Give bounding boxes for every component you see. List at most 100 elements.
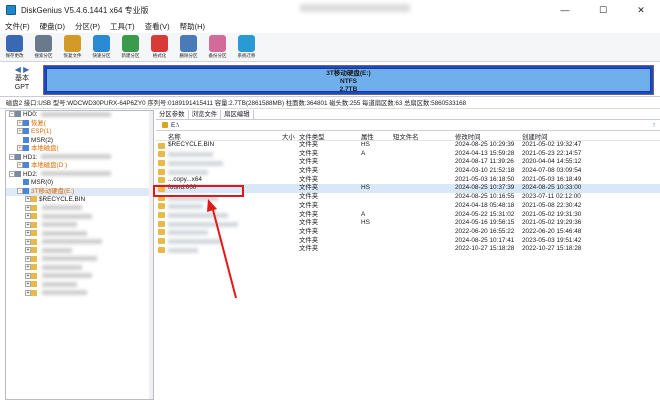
minimize-button[interactable]: —: [546, 0, 584, 20]
tree-item[interactable]: +: [6, 213, 153, 222]
toolbar-button[interactable]: 恢复文件: [58, 33, 87, 62]
toolbar-button[interactable]: 新建分区: [116, 33, 145, 62]
tree-item[interactable]: +: [6, 204, 153, 214]
column-header[interactable]: 修改时间: [455, 132, 481, 141]
tree-item[interactable]: +: [6, 221, 153, 231]
tab[interactable]: 分区参数: [156, 110, 189, 119]
tree-item-label: HD2:: [23, 170, 38, 178]
menu-item[interactable]: 分区(P): [70, 21, 105, 32]
partition-name: 3T移动硬盘(E:): [326, 70, 371, 77]
toolbar-button[interactable]: 删除分区: [174, 33, 203, 62]
tree-item[interactable]: MSR(2): [6, 137, 153, 146]
toolbar-button[interactable]: 搜索分区: [29, 33, 58, 62]
tree-item[interactable]: + 本地磁盘(: [6, 145, 153, 154]
column-header[interactable]: 名称: [168, 132, 181, 141]
file-row[interactable]: 文件夹 2024-04-18 05:48:18 2021-05-08 22:30:4…: [156, 202, 660, 211]
disk-type-label: 基本: [15, 75, 29, 82]
search-partition-icon: [35, 35, 52, 52]
toolbar: 保存更改 搜索分区 恢复文件 快速分区 新建分区 格式化 删除分区 备份分区 系统迁移: [0, 33, 660, 62]
toolbar-button[interactable]: 快速分区: [87, 33, 116, 62]
file-cell-created: 2020-04-04 14:55:12: [522, 158, 582, 166]
folder-icon: [31, 247, 37, 254]
tree-item[interactable]: − HD2:: [6, 171, 153, 180]
file-cell-type: 文件夹: [299, 158, 319, 166]
column-header[interactable]: 短文件名: [393, 132, 419, 141]
file-row[interactable]: 文件夹 2022-10-27 15:18:28 2022-10-27 15:18:2…: [156, 245, 660, 254]
file-row[interactable]: 文件夹 2024-03-10 21:52:18 2024-07-08 03:09:5…: [156, 167, 660, 176]
tree-item[interactable]: + $RECYCLE.BIN: [6, 196, 153, 205]
toolbar-button[interactable]: 格式化: [145, 33, 174, 62]
tree-item[interactable]: − HD0:: [6, 111, 153, 120]
system-migrate-icon: [238, 35, 255, 52]
toolbar-button-label: 快速分区: [92, 53, 111, 58]
tree-item[interactable]: + 本地磁盘(D:): [6, 162, 153, 171]
tab[interactable]: 浏览文件: [188, 110, 222, 119]
menu-item[interactable]: 帮助(H): [175, 21, 210, 32]
toolbar-button[interactable]: 备份分区: [203, 33, 232, 62]
column-header[interactable]: 文件类型: [299, 132, 325, 141]
blurred-text: [168, 152, 213, 158]
file-cell-type: 文件夹: [299, 141, 319, 148]
recover-files-icon: [64, 35, 81, 52]
column-header[interactable]: 大小: [282, 132, 295, 141]
blurred-text: [42, 222, 77, 228]
file-row[interactable]: 文件夹 A 2024-05-22 15:31:02 2021-05-02 19:31:…: [156, 211, 660, 220]
partition-map[interactable]: 3T移动硬盘(E:) NTFS 2.7TB: [43, 65, 654, 95]
file-row[interactable]: 文件夹 2024-08-17 11:39:26 2020-04-04 14:55:1…: [156, 158, 660, 167]
disk-tree-panel: − HD0: + 恢复(+ ESP(1) MSR(2) + 本地磁盘(− HD1: + 本地磁盘(D…: [5, 110, 154, 400]
drive-icon: [162, 122, 168, 128]
folder-icon: [31, 221, 37, 228]
file-row[interactable]: 文件夹 2024-08-25 10:17:41 2023-05-03 19:51:4…: [156, 237, 660, 246]
tree-item[interactable]: − HD1:: [6, 154, 153, 163]
prev-disk-icon[interactable]: ◀: [15, 65, 21, 74]
file-cell-type: 文件夹: [299, 201, 319, 209]
tree-item[interactable]: + ESP(1): [6, 128, 153, 137]
tree-item[interactable]: +: [6, 247, 153, 256]
close-button[interactable]: ✕: [622, 0, 660, 20]
menu-item[interactable]: 工具(T): [105, 21, 140, 32]
blurred-text: [168, 247, 198, 253]
toolbar-button[interactable]: 保存更改: [0, 33, 29, 62]
path-value[interactable]: E:\: [171, 122, 179, 129]
disk-nav: ◀ ▶ 基本 GPT: [4, 65, 40, 92]
blurred-text: [42, 213, 92, 219]
partition-fs: NTFS: [340, 78, 357, 85]
file-cell-type: 文件夹: [299, 210, 319, 218]
file-cell-type: 文件夹: [299, 167, 319, 175]
tree-item[interactable]: +: [6, 281, 153, 290]
file-cell-type: 文件夹: [299, 193, 319, 201]
maximize-button[interactable]: ☐: [584, 0, 622, 20]
file-row[interactable]: 文件夹 HS 2024-05-16 19:56:15 2021-05-02 19:29…: [156, 219, 660, 228]
column-header[interactable]: 属性: [361, 132, 374, 141]
partition-block[interactable]: 3T移动硬盘(E:) NTFS 2.7TB: [46, 68, 651, 93]
tree-item[interactable]: +: [6, 272, 153, 282]
file-cell-attr: HS: [361, 219, 370, 227]
column-header[interactable]: 创建时间: [522, 132, 548, 141]
folder-icon: [31, 230, 37, 237]
tree-item[interactable]: MSR(0): [6, 179, 153, 188]
toolbar-button[interactable]: 系统迁移: [232, 33, 261, 62]
tree-item[interactable]: −3T移动硬盘(E:): [6, 187, 153, 196]
menu-item[interactable]: 查看(V): [140, 21, 175, 32]
menu-item[interactable]: 硬盘(D): [35, 21, 70, 32]
disk-icon: [15, 111, 21, 118]
file-browser-panel: 分区参数 浏览文件 扇区编辑 E:\ ↑ 名称 大小 文件类型 属性 短文件名 修改时间 创建时…: [156, 110, 660, 400]
up-folder-button[interactable]: ↑: [648, 121, 660, 130]
file-row[interactable]: 文件夹 A 2024-04-13 15:59:28 2021-05-23 22:14:…: [156, 150, 660, 159]
tab[interactable]: 扇区编辑: [221, 110, 254, 119]
file-cell-created: 2024-08-25 10:33:00: [522, 184, 582, 192]
tree-item[interactable]: +: [6, 264, 153, 273]
tree-item[interactable]: +: [6, 255, 153, 265]
menu-item[interactable]: 文件(F): [0, 21, 35, 32]
file-row[interactable]: ...copy...x64 文件夹 2021-05-03 16:18:50 2021-…: [156, 176, 660, 185]
tree-item-label: HD0:: [23, 111, 38, 118]
file-row[interactable]: $RECYCLE.BIN 文件夹 HS 2024-08-25 10:29:39 2021…: [156, 141, 660, 150]
tree-item[interactable]: + 恢复(: [6, 120, 153, 129]
tree-item[interactable]: +: [6, 238, 153, 248]
tree-item[interactable]: +: [6, 289, 153, 299]
tree-scrollbar[interactable]: [149, 111, 153, 399]
tree-item[interactable]: +: [6, 230, 153, 239]
blurred-text: [42, 281, 77, 287]
file-row[interactable]: 文件夹 2022-06-20 16:55:22 2022-06-20 15:46:4…: [156, 228, 660, 237]
next-disk-icon[interactable]: ▶: [23, 65, 29, 74]
